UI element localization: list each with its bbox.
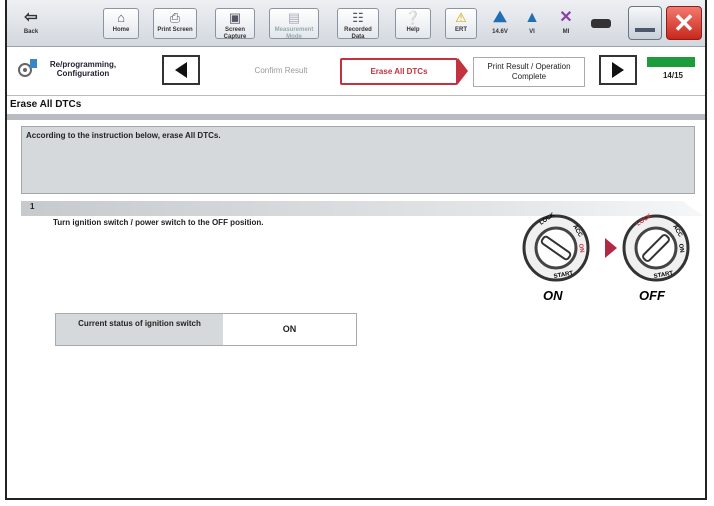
screen-capture-button[interactable]: ▣ Screen Capture [215, 8, 255, 40]
back-arrow-icon: ⇦ [24, 9, 38, 26]
step-text: Turn ignition switch / power switch to t… [53, 218, 264, 227]
car-icon: ⛰ [493, 9, 507, 26]
help-button[interactable]: ❔ Help [395, 8, 431, 39]
instruction-text: According to the instruction below, eras… [26, 131, 221, 140]
vi-connection-indicator: ▲ VI [521, 7, 543, 35]
toolbar: ⇦ Back ⌂ Home ⎙ Print Screen ▣ Screen Ca… [7, 0, 705, 47]
ignition-on-label: ON [543, 288, 563, 303]
help-icon: ❔ [404, 10, 422, 25]
plug-icon [591, 19, 611, 28]
step-navigation: Re/programming, Configuration Confirm Re… [7, 47, 705, 96]
chevron-left-icon [175, 62, 187, 78]
chevron-right-icon [612, 62, 624, 78]
step-confirm-result[interactable]: Confirm Result [225, 59, 337, 83]
screen-capture-label: Screen Capture [223, 27, 247, 40]
app-window: ⇦ Back ⌂ Home ⎙ Print Screen ▣ Screen Ca… [5, 0, 707, 500]
disconnected-icon: ✕ [559, 9, 573, 26]
procedure-label: Re/programming, Configuration [49, 60, 117, 78]
mi-connection-indicator: ✕ MI [555, 7, 577, 35]
gear-icon [18, 59, 37, 77]
ert-label: ERT [455, 27, 467, 33]
recorded-data-label: Recorded Data [344, 27, 372, 40]
ignition-on-dial: LOCK ACC ON START ON [522, 212, 590, 303]
help-label: Help [406, 27, 420, 33]
title-divider [7, 114, 705, 120]
mi-label: MI [562, 29, 570, 35]
step-counter: 14/15 [662, 71, 684, 80]
measurement-mode-button[interactable]: ▤ Measurement Mode [269, 8, 319, 40]
ignition-off-label: OFF [639, 288, 666, 303]
back-label: Back [23, 29, 39, 35]
page-title: Erase All DTCs [10, 99, 82, 110]
step-erase-all-dtcs[interactable]: Erase All DTCs [340, 58, 458, 85]
ignition-status-label: Current status of ignition switch [56, 314, 223, 345]
home-icon: ⌂ [117, 10, 125, 25]
transition-arrow-icon [605, 238, 617, 258]
back-button[interactable]: ⇦ Back [15, 7, 47, 35]
step-print-result[interactable]: Print Result / Operation Complete [473, 57, 585, 87]
home-label: Home [112, 27, 130, 33]
close-button[interactable]: ✕ [666, 6, 702, 40]
printer-icon: ⎙ [169, 10, 181, 25]
ignition-off-dial: LOCK ACC ON START OFF [622, 213, 690, 303]
home-button[interactable]: ⌂ Home [103, 8, 139, 39]
vi-label: VI [529, 29, 535, 35]
measurement-mode-label: Measurement Mode [274, 27, 314, 40]
ignition-status-value: ON [223, 314, 356, 345]
current-step-arrow-icon [458, 58, 468, 84]
ignition-switch-graphic: LOCK ACC ON START ON LOCK ACC ON START O… [522, 212, 690, 303]
recorded-data-button[interactable]: ☷ Recorded Data [337, 8, 379, 40]
minimize-button[interactable] [628, 6, 662, 40]
ert-button[interactable]: ⚠ ERT [445, 8, 477, 39]
voltage-label: 14.6V [492, 29, 508, 35]
next-step-button[interactable] [599, 55, 637, 85]
progress-bar [647, 57, 695, 67]
step-number: 1 [30, 202, 35, 211]
close-icon: ✕ [673, 8, 695, 38]
signal-icon: ▲ [524, 9, 540, 26]
ignition-status-table: Current status of ignition switch ON [55, 313, 357, 346]
print-screen-label: Print Screen [157, 27, 193, 33]
warning-icon: ⚠ [455, 10, 467, 25]
meter-icon: ▤ [287, 10, 301, 25]
battery-voltage-indicator: ⛰ 14.6V [485, 7, 515, 35]
print-screen-button[interactable]: ⎙ Print Screen [153, 8, 197, 39]
instruction-box: According to the instruction below, eras… [21, 126, 695, 194]
camera-icon: ▣ [228, 10, 242, 25]
recorded-data-icon: ☷ [352, 10, 364, 25]
previous-step-button[interactable] [162, 55, 200, 85]
